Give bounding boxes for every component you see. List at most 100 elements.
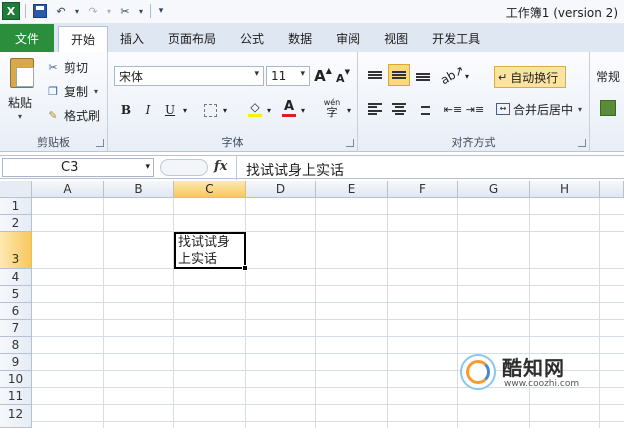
align-top-button[interactable]	[364, 64, 386, 86]
tools-dropdown-icon[interactable]: ▾	[137, 2, 145, 20]
window-title: 工作簿1 (version 2)	[505, 6, 618, 20]
grow-font-button[interactable]: A ▲	[314, 66, 332, 86]
row-header-9[interactable]: 9	[0, 354, 32, 371]
fill-color-dropdown-icon[interactable]: ▾	[264, 100, 274, 120]
row-header-10[interactable]: 10	[0, 371, 32, 388]
column-header-c[interactable]: C	[174, 181, 246, 198]
phonetic-button[interactable]: wén 字	[320, 98, 344, 118]
save-icon[interactable]	[31, 2, 49, 20]
column-header-g[interactable]: G	[458, 181, 530, 198]
undo-icon[interactable]: ↶	[52, 2, 70, 20]
decrease-indent-button[interactable]: ⇤≡	[442, 98, 464, 120]
underline-button[interactable]: U	[162, 100, 178, 120]
tab-file[interactable]: 文件	[0, 24, 54, 52]
font-color-dropdown-icon[interactable]: ▾	[298, 100, 308, 120]
redo-icon[interactable]: ↷	[84, 2, 102, 20]
column-header-h[interactable]: H	[530, 181, 600, 198]
row-header-1[interactable]: 1	[0, 198, 32, 215]
column-header-b[interactable]: B	[104, 181, 174, 198]
row-header-11[interactable]: 11	[0, 388, 32, 405]
font-launcher-icon[interactable]	[346, 139, 354, 147]
row-header-6[interactable]: 6	[0, 303, 32, 320]
formula-input[interactable]: 找试试身上实话	[246, 160, 344, 180]
row-header-8[interactable]: 8	[0, 337, 32, 354]
italic-button[interactable]: I	[140, 100, 156, 120]
row-header-12[interactable]: 12	[0, 405, 32, 428]
wrap-text-icon: ↵	[498, 70, 508, 84]
column-header-e[interactable]: E	[316, 181, 388, 198]
merge-center-button[interactable]: ↔ 合并后居中 ▾	[496, 98, 582, 120]
gridline	[32, 302, 624, 303]
gridline	[32, 214, 624, 215]
bold-button[interactable]: B	[118, 100, 134, 120]
align-right-button[interactable]	[412, 98, 434, 120]
fill-color-button[interactable]: ◇	[246, 98, 264, 118]
phonetic-dropdown-icon[interactable]: ▾	[344, 100, 354, 120]
copy-button[interactable]: ❐ 复制 ▾	[46, 82, 98, 100]
orientation-button[interactable]: ab↗	[439, 63, 468, 88]
gridline	[32, 336, 624, 337]
watermark-name: 酷知网	[502, 356, 565, 380]
column-header-a[interactable]: A	[32, 181, 104, 198]
column-header-d[interactable]: D	[246, 181, 316, 198]
tab-review[interactable]: 审阅	[324, 24, 372, 52]
orientation-dropdown-icon[interactable]: ▾	[462, 66, 472, 86]
shrink-font-icon: A	[336, 71, 345, 85]
borders-dropdown-icon[interactable]: ▾	[220, 100, 230, 120]
shrink-font-button[interactable]: A ▼	[334, 68, 352, 88]
paste-button[interactable]: 粘贴	[8, 94, 32, 111]
borders-button[interactable]	[202, 100, 218, 120]
underline-dropdown-icon[interactable]: ▾	[180, 100, 190, 120]
excel-app-icon[interactable]: X	[2, 2, 20, 20]
formula-bar-resizer[interactable]	[160, 159, 208, 176]
align-left-button[interactable]	[364, 98, 386, 120]
wrap-text-button[interactable]: ↵ 自动换行	[494, 66, 566, 88]
row-header-4[interactable]: 4	[0, 269, 32, 286]
row-header-5[interactable]: 5	[0, 286, 32, 303]
active-cell-c3[interactable]: 找试试身 上实话	[174, 232, 248, 271]
tab-formulas[interactable]: 公式	[228, 24, 276, 52]
row-header-3[interactable]: 3	[0, 232, 32, 269]
name-box-dropdown-icon[interactable]: ▾	[145, 162, 150, 172]
align-bottom-button[interactable]	[412, 66, 434, 88]
redo-dropdown-icon[interactable]: ▾	[105, 2, 113, 20]
font-size-dropdown-icon[interactable]: ▾	[300, 69, 305, 79]
column-header-partial[interactable]	[600, 181, 624, 198]
paste-icon[interactable]	[10, 58, 34, 88]
tools-icon[interactable]: ✂	[116, 2, 134, 20]
column-header-f[interactable]: F	[388, 181, 458, 198]
row-header-2[interactable]: 2	[0, 215, 32, 232]
customize-qat-icon[interactable]: ▾	[156, 2, 166, 20]
format-painter-button[interactable]: ✎ 格式刷	[46, 106, 100, 124]
tab-data[interactable]: 数据	[276, 24, 324, 52]
align-middle-button[interactable]	[388, 64, 410, 86]
gridline	[32, 319, 624, 320]
number-format-select[interactable]: 常规	[596, 68, 620, 85]
align-center-button[interactable]	[388, 98, 410, 120]
tab-home[interactable]: 开始	[58, 26, 109, 52]
qat-separator	[150, 4, 151, 18]
undo-dropdown-icon[interactable]: ▾	[73, 2, 81, 20]
tab-view[interactable]: 视图	[372, 24, 420, 52]
merge-center-dropdown-icon[interactable]: ▾	[578, 105, 582, 114]
cut-button[interactable]: ✂ 剪切	[46, 58, 88, 76]
accounting-format-icon[interactable]	[600, 100, 616, 116]
paste-dropdown-icon[interactable]: ▾	[18, 112, 22, 121]
insert-function-button[interactable]: fx	[214, 159, 227, 174]
tab-page-layout[interactable]: 页面布局	[156, 24, 228, 52]
tab-developer[interactable]: 开发工具	[420, 24, 492, 52]
alignment-launcher-icon[interactable]	[578, 139, 586, 147]
tab-insert[interactable]: 插入	[108, 24, 156, 52]
copy-dropdown-icon[interactable]: ▾	[94, 87, 98, 96]
font-name-dropdown-icon[interactable]: ▾	[254, 69, 259, 79]
font-name-select[interactable]: 宋体 ▾	[114, 66, 264, 86]
gridline	[387, 198, 388, 428]
clipboard-launcher-icon[interactable]	[96, 139, 104, 147]
font-color-button[interactable]: A	[280, 98, 298, 118]
fill-handle[interactable]	[242, 265, 248, 271]
increase-indent-button[interactable]: ⇥≡	[464, 98, 486, 120]
select-all-button[interactable]	[0, 181, 32, 198]
font-size-select[interactable]: 11 ▾	[266, 66, 310, 86]
name-box[interactable]: C3 ▾	[2, 158, 154, 177]
row-header-7[interactable]: 7	[0, 320, 32, 337]
